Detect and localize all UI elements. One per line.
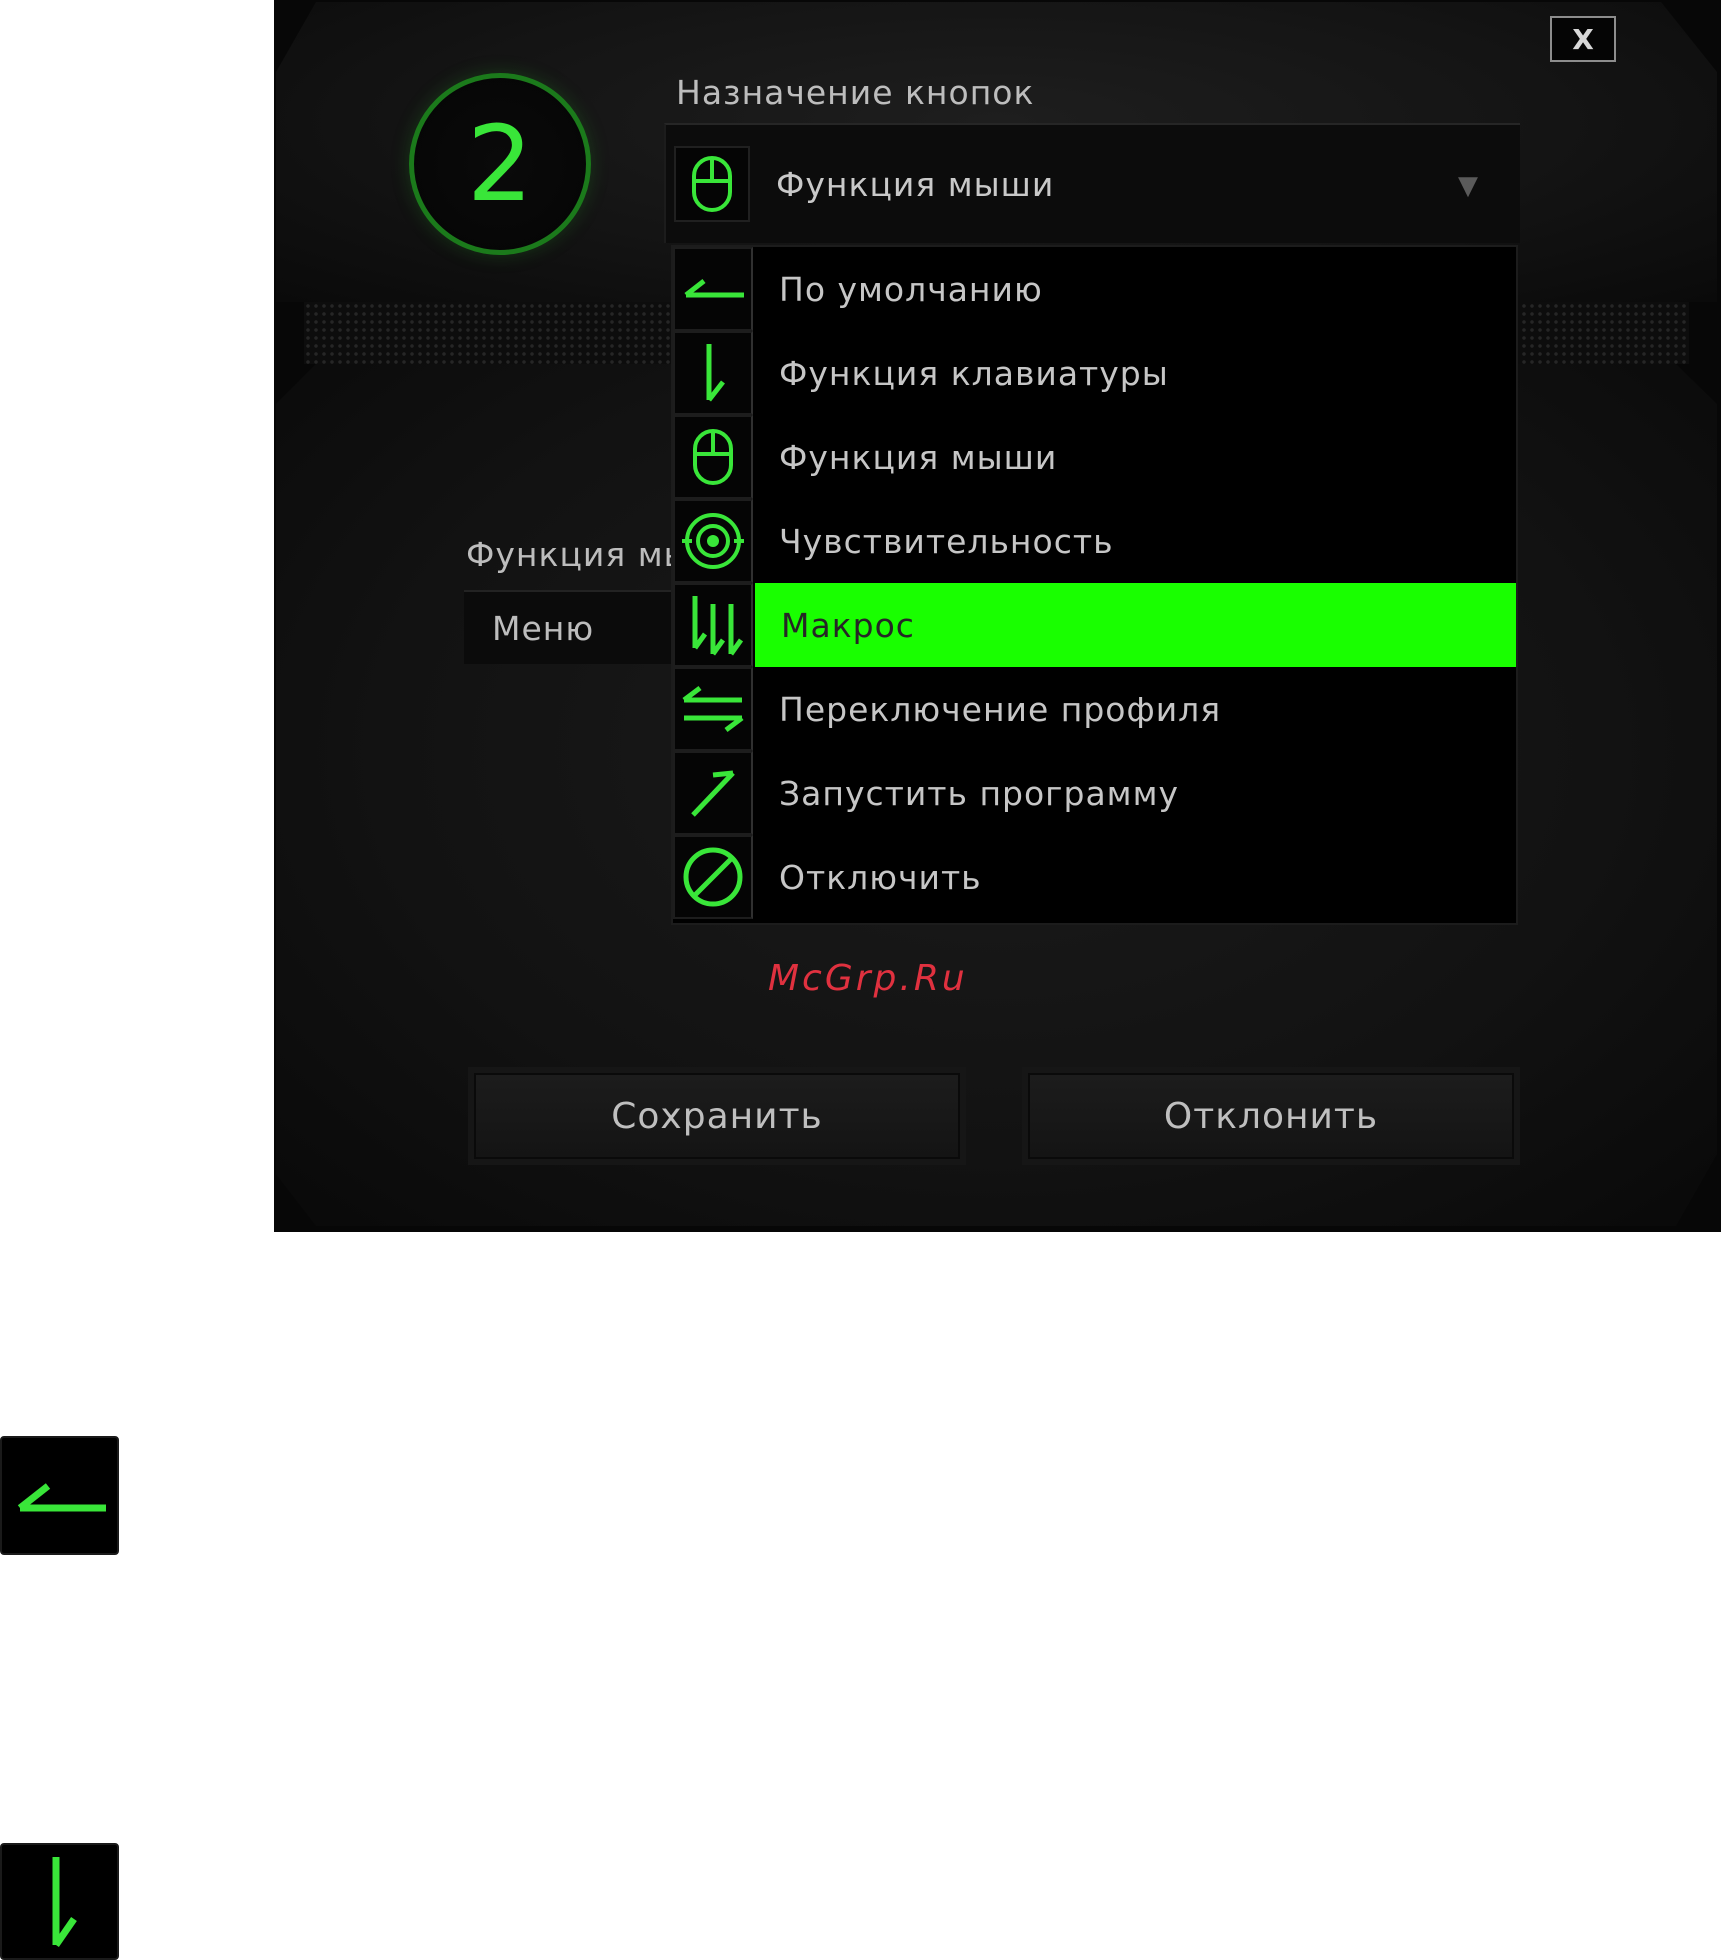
default-arrow-icon [673,247,753,331]
mouse-icon [674,146,750,222]
menu-item-label: По умолчанию [779,269,1043,309]
assignment-dropdown[interactable]: Функция мыши ▼ [664,123,1520,243]
menu-item-label: Функция клавиатуры [779,353,1169,393]
menu-item-profile-switch[interactable]: Переключение профиля [673,667,1516,751]
menu-item-default[interactable]: По умолчанию [673,247,1516,331]
default-arrow-icon [0,1436,119,1555]
button-number-badge: 2 [409,73,591,255]
assignment-dropdown-value: Функция мыши [776,164,1055,204]
disable-icon [673,835,753,919]
mouse-function-value: Меню [492,608,595,648]
profile-switch-icon [673,667,753,751]
close-button[interactable]: X [1550,16,1616,62]
menu-item-label: Отключить [779,857,982,897]
section-title: Назначение кнопок [676,73,1035,112]
mouse-icon [673,415,753,499]
selected-highlight: Макрос [755,583,1516,667]
menu-item-macro[interactable]: Макрос [673,583,1516,667]
mouse-function-select[interactable]: Меню [464,590,674,664]
menu-item-keyboard-function[interactable]: Функция клавиатуры [673,331,1516,415]
keyboard-function-icon [0,1843,119,1960]
launch-program-icon [673,751,753,835]
menu-item-label: Макрос [781,605,915,645]
menu-item-label: Запустить программу [779,773,1179,813]
menu-item-label: Переключение профиля [779,689,1222,729]
mouse-function-label: Функция мы [466,535,691,574]
menu-item-mouse-function[interactable]: Функция мыши [673,415,1516,499]
menu-item-sensitivity[interactable]: Чувствительность [673,499,1516,583]
save-button[interactable]: Сохранить [474,1073,960,1159]
menu-item-label: Функция мыши [779,437,1058,477]
menu-item-launch-program[interactable]: Запустить программу [673,751,1516,835]
cancel-button[interactable]: Отклонить [1028,1073,1514,1159]
chevron-down-icon: ▼ [1458,171,1478,201]
macro-icon [673,583,753,667]
sensitivity-target-icon [673,499,753,583]
watermark: McGrp.Ru [768,958,968,999]
keyboard-function-icon [673,331,753,415]
menu-item-disable[interactable]: Отключить [673,835,1516,919]
assignment-options-list: По умолчанию Функция клавиатуры Функция … [671,245,1518,925]
menu-item-label: Чувствительность [779,521,1114,561]
button-assignment-window: X 2 Назначение кнопок Функция мы Меню Фу… [274,0,1721,1232]
